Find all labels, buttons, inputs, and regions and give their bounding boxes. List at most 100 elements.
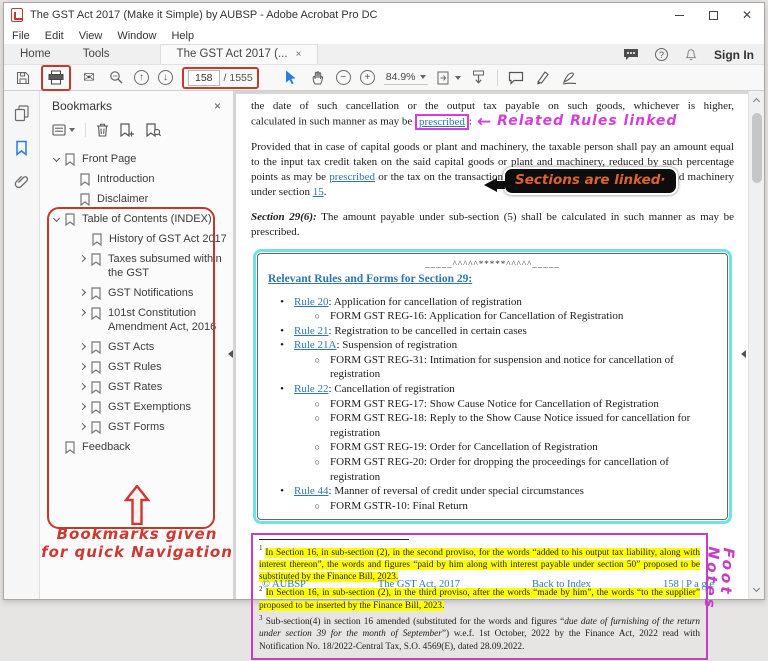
highlight-tool-icon[interactable] <box>534 68 552 88</box>
panel-close-icon[interactable]: × <box>214 99 221 113</box>
menu-file[interactable]: File <box>12 30 30 42</box>
chevron-down-icon[interactable] <box>53 155 60 162</box>
scroll-down-icon[interactable] <box>753 585 760 592</box>
panel-title: Bookmarks <box>52 99 112 113</box>
rule-22-link[interactable]: Rule 22 <box>294 383 329 395</box>
bookmark-gst-acts[interactable]: GST Acts <box>40 337 233 357</box>
page-fit-control[interactable] <box>437 68 461 88</box>
bookmark-introduction[interactable]: Introduction <box>40 169 233 189</box>
tab-document[interactable]: The GST Act 2017 (... × <box>160 44 319 64</box>
sign-tool-icon[interactable] <box>561 68 579 88</box>
bookmarks-rail-icon[interactable] <box>15 140 28 156</box>
bookmark-icon <box>91 287 101 300</box>
next-page-button[interactable]: ↓ <box>158 70 173 85</box>
foot-notes-annotation: Foot Notes <box>698 546 736 660</box>
chevron-right-icon[interactable] <box>79 309 86 316</box>
close-button[interactable]: ✕ <box>730 3 764 27</box>
left-arrow-icon: ← <box>477 117 491 127</box>
chevron-right-icon[interactable] <box>79 383 86 390</box>
menu-view[interactable]: View <box>79 30 103 42</box>
footnote-3: 3 Sub-section(4) in section 16 amended (… <box>259 612 700 653</box>
delete-bookmark-icon[interactable] <box>96 123 109 137</box>
search-icon[interactable] <box>107 68 125 88</box>
bookmark-101st-amendment[interactable]: 101st Constitution Amendment Act, 2016 <box>40 303 233 337</box>
bookmark-gst-exemptions[interactable]: GST Exemptions <box>40 397 233 417</box>
zoom-out-button[interactable]: − <box>336 70 351 85</box>
feedback-bubble-icon[interactable] <box>623 48 639 61</box>
print-button[interactable] <box>47 68 65 88</box>
chevron-down-icon[interactable] <box>53 215 60 222</box>
email-icon[interactable]: ✉ <box>80 68 98 88</box>
rule-21-link[interactable]: Rule 21 <box>294 325 329 337</box>
form-item: ○FORM GST REG-16: Application for Cancel… <box>268 309 717 324</box>
zoom-level-select[interactable]: 84.9% <box>384 71 428 85</box>
rule-44-link[interactable]: Rule 44 <box>294 485 329 497</box>
vertical-scrollbar[interactable] <box>748 91 764 599</box>
tools-pane-expand-handle[interactable] <box>739 343 748 365</box>
comment-tool-icon[interactable] <box>507 68 525 88</box>
save-icon[interactable] <box>14 68 32 88</box>
menu-edit[interactable]: Edit <box>45 30 64 42</box>
scrollbar-thumb[interactable] <box>752 113 762 183</box>
maximize-button[interactable] <box>696 3 730 27</box>
chevron-right-icon[interactable] <box>79 289 86 296</box>
page-total-label: / 1555 <box>224 72 253 84</box>
zoom-in-button[interactable]: + <box>360 70 375 85</box>
attachments-icon[interactable] <box>14 174 30 190</box>
back-to-index-link[interactable]: Back to Index <box>532 577 591 592</box>
form-item: ○FORM GST REG-31: Intimation for suspens… <box>268 353 717 382</box>
bookmark-gst-rules[interactable]: GST Rules <box>40 357 233 377</box>
bookmark-gst-rates[interactable]: GST Rates <box>40 377 233 397</box>
chevron-right-icon[interactable] <box>79 423 86 430</box>
add-bookmark-icon[interactable] <box>119 123 135 137</box>
find-current-bookmark-icon[interactable] <box>145 123 161 137</box>
prescribed-link[interactable]: prescribed <box>419 116 465 128</box>
menu-help[interactable]: Help <box>171 30 194 42</box>
hand-tool-icon[interactable] <box>309 68 327 88</box>
minimize-button[interactable] <box>662 3 696 27</box>
bookmark-taxes-subsumed[interactable]: Taxes subsumed within the GST <box>40 249 233 283</box>
sections-linked-annotation: Sections are linked· <box>503 167 678 195</box>
page-thumbnails-icon[interactable] <box>14 105 30 122</box>
select-tool-icon[interactable] <box>282 68 300 88</box>
section-15-link[interactable]: 15 <box>313 186 324 198</box>
bookmark-disclaimer[interactable]: Disclaimer <box>40 189 233 209</box>
navigation-rail <box>4 91 40 599</box>
bookmark-front-page[interactable]: Front Page <box>40 149 233 169</box>
rule-20-link[interactable]: Rule 20 <box>294 296 329 308</box>
chevron-right-icon[interactable] <box>79 403 86 410</box>
relevant-rules-box: _____^^^^^*****^^^^^_____ Relevant Rules… <box>253 249 732 525</box>
scroll-mode-icon[interactable] <box>470 68 488 88</box>
related-rules-annotation: ←Related Rules linked <box>477 114 678 129</box>
sign-in-button[interactable]: Sign In <box>714 48 754 62</box>
bookmark-history[interactable]: History of GST Act 2017 <box>40 229 233 249</box>
bookmark-icon <box>91 307 101 320</box>
notifications-bell-icon[interactable] <box>684 48 698 62</box>
bookmarks-panel: Bookmarks × <box>40 91 234 599</box>
bookmark-feedback[interactable]: Feedback <box>40 437 233 457</box>
chevron-right-icon[interactable] <box>79 343 86 350</box>
scroll-up-icon[interactable] <box>753 98 760 105</box>
bookmark-options-icon[interactable] <box>52 124 75 136</box>
footnotes-box: 1 In Section 16, in sub-section (2), in … <box>251 533 708 660</box>
page-number-input[interactable]: 158 <box>188 70 220 86</box>
chevron-right-icon[interactable] <box>79 255 86 262</box>
bookmark-gst-notifications[interactable]: GST Notifications <box>40 283 233 303</box>
tab-tools[interactable]: Tools <box>67 45 126 64</box>
chevron-down-icon <box>420 75 426 79</box>
footer-page-number: 158 | P a g e <box>663 577 714 592</box>
previous-page-button[interactable]: ↑ <box>134 70 149 85</box>
tab-home[interactable]: Home <box>4 45 67 64</box>
rule-21a-link[interactable]: Rule 21A <box>294 339 336 351</box>
chevron-right-icon[interactable] <box>79 363 86 370</box>
form-item: ○FORM GST REG-17: Show Cause Notice for … <box>268 397 717 412</box>
menu-window[interactable]: Window <box>117 30 156 42</box>
prescribed-link[interactable]: prescribed <box>329 171 375 183</box>
bookmark-gst-forms[interactable]: GST Forms <box>40 417 233 437</box>
bookmarks-annotation: Bookmarks given for quick Navigation <box>40 485 234 561</box>
help-icon[interactable]: ? <box>655 48 668 61</box>
acrobat-window: The GST Act 2017 (Make it Simple) by AUB… <box>3 2 765 600</box>
bookmark-toc[interactable]: Table of Contents (INDEX) <box>40 209 233 229</box>
tab-close-icon[interactable]: × <box>296 49 302 60</box>
panel-collapse-handle[interactable] <box>227 343 234 365</box>
